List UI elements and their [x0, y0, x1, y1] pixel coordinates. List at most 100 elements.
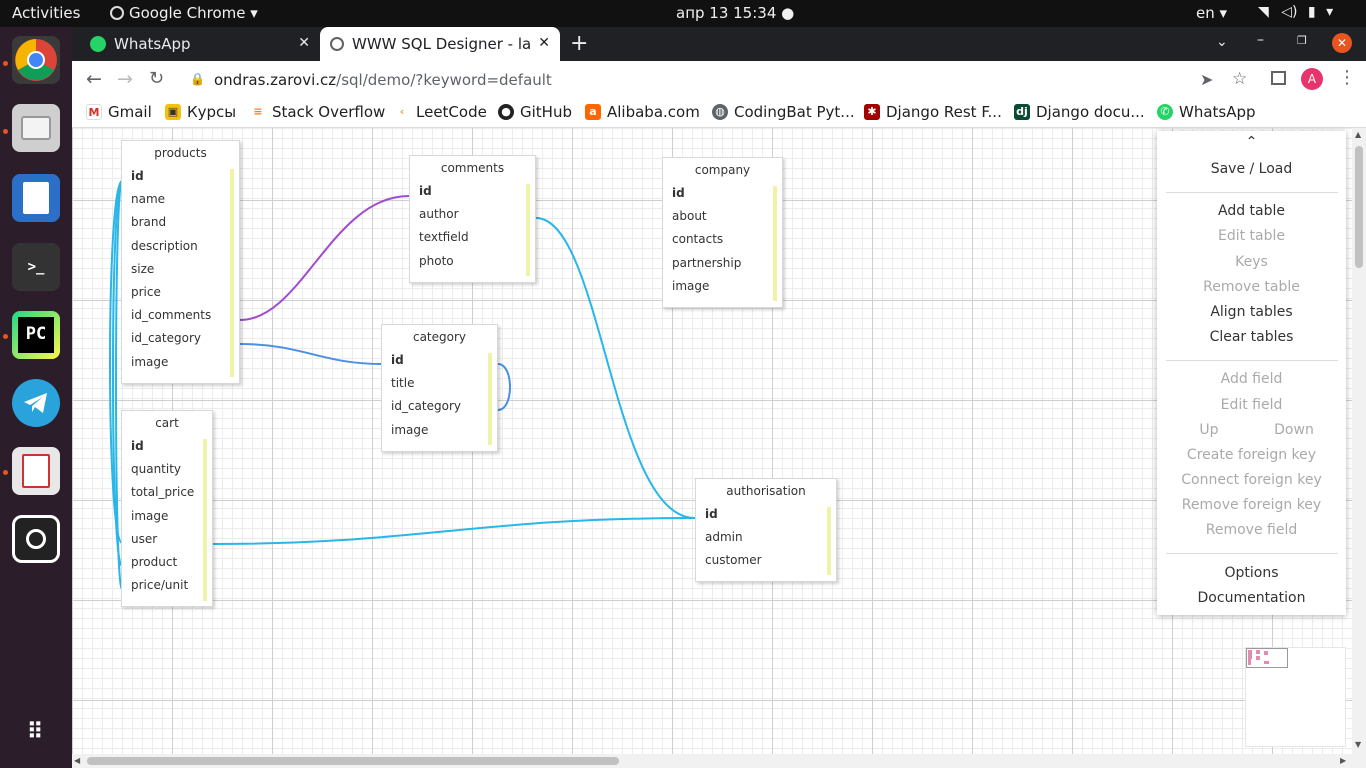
field-row[interactable]: image	[382, 419, 497, 442]
more-menu-icon[interactable]: ⋮	[1338, 67, 1356, 88]
activities-button[interactable]: Activities	[12, 4, 80, 22]
horizontal-scroll-thumb[interactable]	[87, 757, 619, 765]
up-button[interactable]: Up	[1157, 422, 1261, 438]
field-row[interactable]: id	[696, 503, 836, 526]
field-row[interactable]: user	[122, 528, 212, 551]
field-row[interactable]: image	[122, 351, 239, 374]
new-tab-button[interactable]: +	[570, 31, 588, 56]
field-row[interactable]: price	[122, 281, 239, 304]
field-row[interactable]: id	[382, 349, 497, 372]
remove-foreign-key-button[interactable]: Remove foreign key	[1157, 497, 1346, 513]
table-company[interactable]: company id about contacts partnership im…	[662, 157, 783, 308]
field-row[interactable]: image	[663, 275, 782, 298]
tab-sql-designer[interactable]: WWW SQL Designer - last ✕	[320, 27, 560, 61]
maximize-button[interactable]: ❐	[1297, 34, 1307, 47]
side-panel-icon[interactable]	[1271, 71, 1286, 85]
text-editor-icon[interactable]	[12, 174, 60, 222]
table-products[interactable]: products id name brand description size …	[121, 140, 240, 384]
close-window-button[interactable]: ✕	[1332, 33, 1352, 53]
bookmark-django-docs[interactable]: dj Django docu...	[1014, 103, 1145, 121]
minimap[interactable]	[1245, 647, 1346, 747]
add-table-button[interactable]: Add table	[1157, 203, 1346, 219]
field-row[interactable]: photo	[410, 250, 535, 273]
field-row[interactable]: admin	[696, 526, 836, 549]
bookmark-kursy[interactable]: ▣ Курсы	[165, 103, 236, 121]
remove-field-button[interactable]: Remove field	[1157, 522, 1346, 538]
chrome-icon[interactable]	[12, 36, 60, 84]
field-row[interactable]: about	[663, 205, 782, 228]
telegram-icon[interactable]	[12, 379, 60, 427]
bookmark-star-icon[interactable]: ☆	[1232, 69, 1247, 89]
field-row[interactable]: quantity	[122, 458, 212, 481]
bookmark-stackoverflow[interactable]: ≡ Stack Overflow	[250, 103, 385, 121]
scroll-up-arrow[interactable]: ▲	[1355, 130, 1361, 139]
connect-foreign-key-button[interactable]: Connect foreign key	[1157, 472, 1346, 488]
field-row[interactable]: id_category	[382, 395, 497, 418]
field-row[interactable]: id	[122, 435, 212, 458]
vertical-scroll-thumb[interactable]	[1355, 146, 1363, 268]
table-category[interactable]: category id title id_category image	[381, 324, 498, 452]
address-bar[interactable]: 🔒 ondras.zarovi.cz/sql/demo/?keyword=def…	[180, 65, 1265, 95]
files-icon[interactable]	[12, 104, 60, 152]
horizontal-scrollbar[interactable]: ◀ ▶	[72, 754, 1366, 768]
create-foreign-key-button[interactable]: Create foreign key	[1157, 447, 1346, 463]
screenshot-icon[interactable]	[12, 515, 60, 563]
vertical-scrollbar[interactable]: ▲ ▼	[1352, 128, 1366, 754]
field-row[interactable]: id_category	[122, 327, 239, 350]
down-button[interactable]: Down	[1257, 422, 1331, 438]
terminal-icon[interactable]: >_	[12, 243, 60, 291]
tab-search-button[interactable]: ⌄	[1216, 34, 1228, 50]
field-row[interactable]: id	[410, 180, 535, 203]
documentation-button[interactable]: Documentation	[1157, 590, 1346, 606]
bookmark-alibaba[interactable]: a Alibaba.com	[585, 103, 700, 121]
bookmark-github[interactable]: ● GitHub	[498, 103, 572, 121]
app-grid-icon[interactable]: ⠿	[12, 709, 60, 757]
field-row[interactable]: brand	[122, 211, 239, 234]
edit-field-button[interactable]: Edit field	[1157, 397, 1346, 413]
field-row[interactable]: partnership	[663, 252, 782, 275]
reload-button[interactable]: ↻	[149, 68, 164, 89]
bookmark-whatsapp[interactable]: ✆ WhatsApp	[1157, 103, 1256, 121]
field-row[interactable]: id	[663, 182, 782, 205]
clock[interactable]: апр 13 15:34 ●	[676, 4, 794, 22]
clear-tables-button[interactable]: Clear tables	[1157, 329, 1346, 345]
pycharm-icon[interactable]: PC	[12, 311, 60, 359]
field-row[interactable]: contacts	[663, 228, 782, 251]
tab-whatsapp[interactable]: WhatsApp ✕	[80, 27, 320, 61]
remove-table-button[interactable]: Remove table	[1157, 279, 1346, 295]
field-row[interactable]: textfield	[410, 226, 535, 249]
scroll-right-arrow[interactable]: ▶	[1340, 756, 1346, 765]
field-row[interactable]: total_price	[122, 481, 212, 504]
back-button[interactable]: ←	[86, 68, 102, 90]
bookmark-django-rest[interactable]: ✱ Django Rest F...	[864, 103, 1002, 121]
field-row[interactable]: image	[122, 505, 212, 528]
app-menu-button[interactable]: Google Chrome ▾	[110, 4, 258, 22]
options-button[interactable]: Options	[1157, 565, 1346, 581]
field-row[interactable]: customer	[696, 549, 836, 572]
close-icon[interactable]: ✕	[538, 35, 550, 51]
table-authorisation[interactable]: authorisation id admin customer	[695, 478, 837, 582]
bookmark-gmail[interactable]: M Gmail	[86, 103, 152, 121]
field-row[interactable]: title	[382, 372, 497, 395]
field-row[interactable]: product	[122, 551, 212, 574]
table-comments[interactable]: comments id author textfield photo	[409, 155, 536, 283]
close-icon[interactable]: ✕	[298, 35, 310, 51]
minimize-button[interactable]: –	[1257, 32, 1264, 48]
edit-table-button[interactable]: Edit table	[1157, 228, 1346, 244]
table-cart[interactable]: cart id quantity total_price image user …	[121, 410, 213, 607]
scroll-left-arrow[interactable]: ◀	[74, 756, 80, 765]
field-row[interactable]: id	[122, 165, 239, 188]
save-load-button[interactable]: Save / Load	[1157, 161, 1346, 177]
field-row[interactable]: description	[122, 235, 239, 258]
collapse-menu-icon[interactable]: ⌃	[1157, 134, 1346, 150]
field-row[interactable]: price/unit	[122, 574, 212, 597]
field-row[interactable]: name	[122, 188, 239, 211]
profile-avatar[interactable]: A	[1301, 68, 1323, 90]
align-tables-button[interactable]: Align tables	[1157, 304, 1346, 320]
forward-button[interactable]: →	[117, 68, 133, 90]
bookmark-codingbat[interactable]: ◍ CodingBat Pyt...	[712, 103, 855, 121]
field-row[interactable]: id_comments	[122, 304, 239, 327]
add-field-button[interactable]: Add field	[1157, 371, 1346, 387]
field-row[interactable]: author	[410, 203, 535, 226]
keys-button[interactable]: Keys	[1157, 254, 1346, 270]
